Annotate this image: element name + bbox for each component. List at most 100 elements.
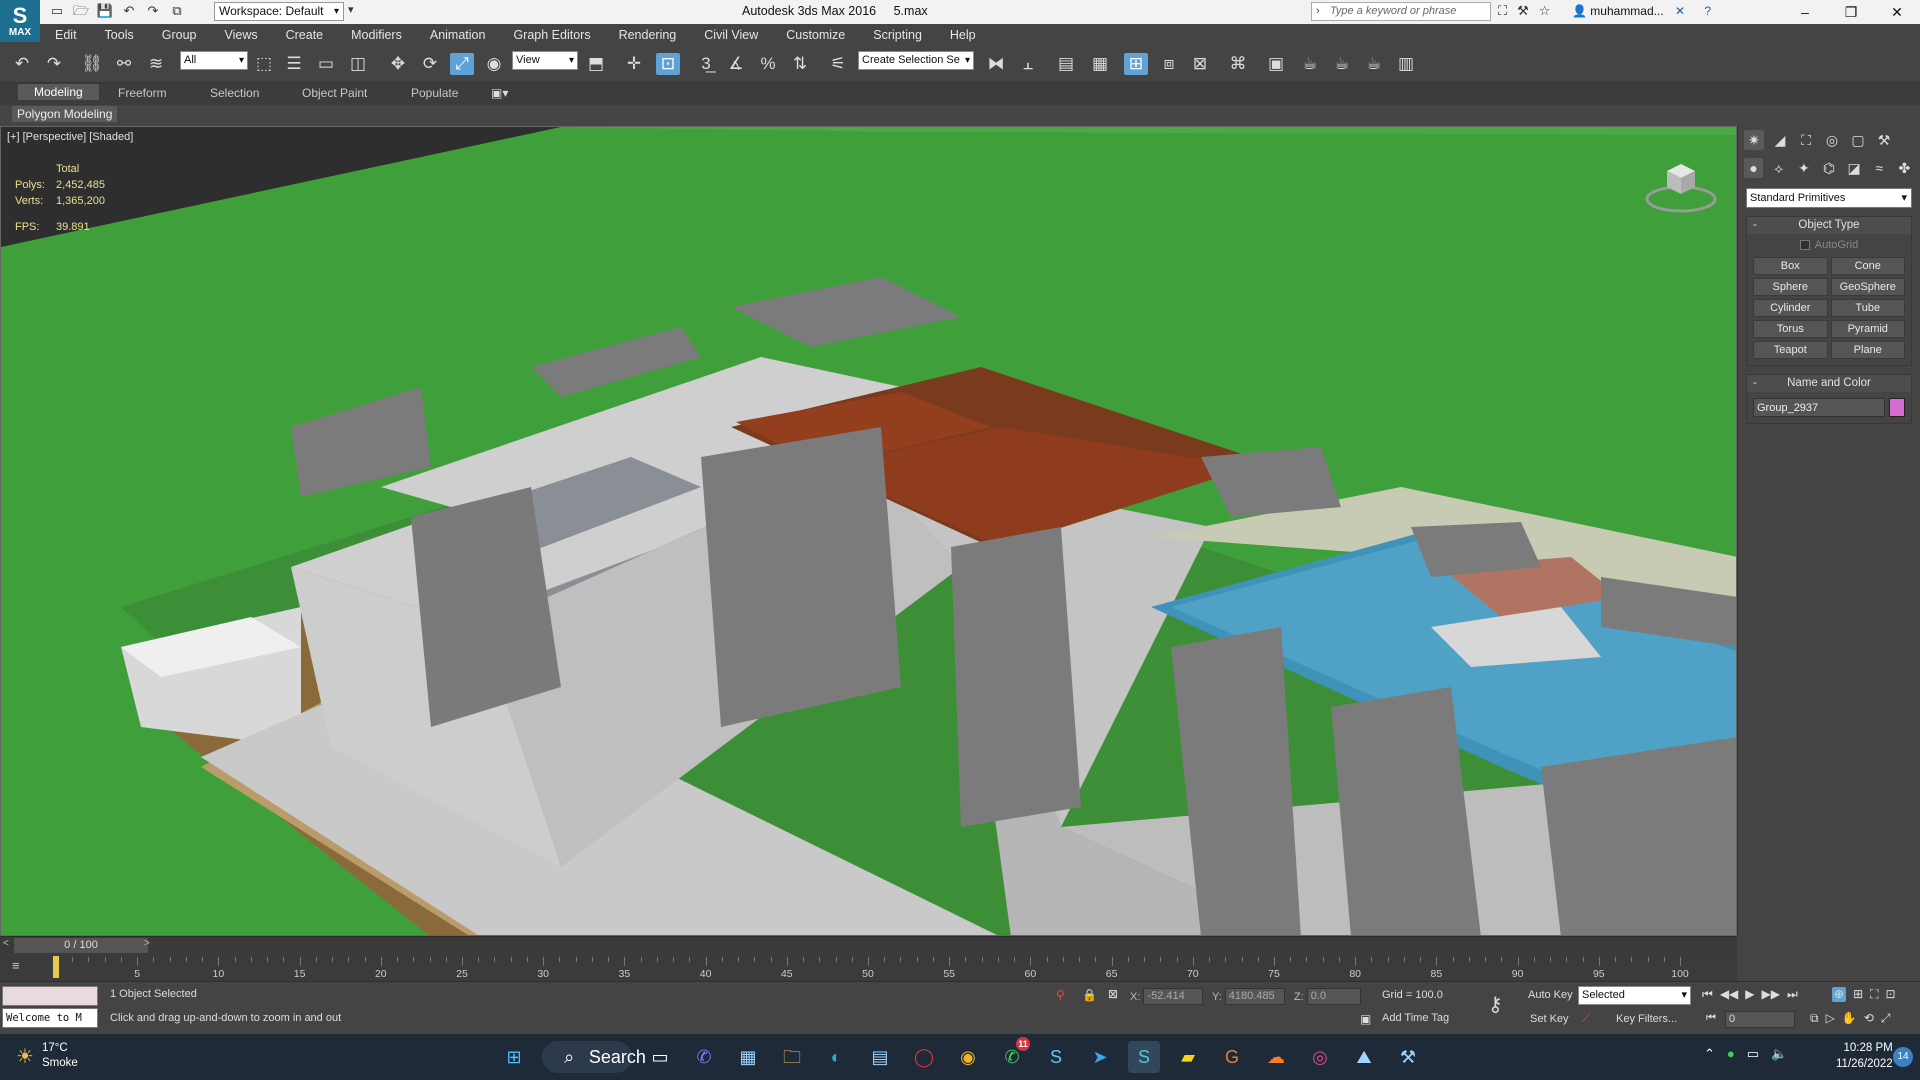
edit-named-selection-icon[interactable]: ⚟ (826, 53, 850, 75)
teams-icon[interactable]: ✆ (688, 1041, 720, 1073)
volume-icon[interactable]: 🔈 (1771, 1046, 1787, 1062)
rectangular-selection-icon[interactable]: ▭ (314, 53, 338, 75)
time-slider-thumb[interactable]: 0 / 100 (14, 938, 148, 953)
menu-graph-editors[interactable]: Graph Editors (513, 28, 590, 42)
box-button[interactable]: Box (1753, 257, 1828, 275)
track-bar[interactable]: ≡ 5 10 15 20 25 30 35 40 45 50 55 60 65 70 75 80 85 90 95 1… (0, 954, 1737, 981)
object-name-field[interactable]: Group_2937 (1753, 398, 1885, 417)
tab-populate[interactable]: Populate (411, 86, 458, 100)
modify-panel-icon[interactable]: ◢ (1770, 130, 1790, 150)
tab-modeling[interactable]: Modeling (18, 84, 99, 100)
tab-freeform[interactable]: Freeform (118, 86, 167, 100)
perspective-viewport[interactable]: [+] [Perspective] [Shaded] Total Polys: 2… (0, 126, 1737, 936)
file-explorer-icon[interactable]: 🗀 (776, 1041, 808, 1073)
close-icon[interactable]: ✕ (1874, 0, 1920, 24)
previous-frame-icon[interactable]: ◀◀ (1720, 987, 1738, 1002)
pyramid-button[interactable]: Pyramid (1830, 320, 1905, 338)
cameras-icon[interactable]: ⌬ (1819, 158, 1838, 178)
time-tag-icon[interactable]: ▣ (1360, 1012, 1371, 1026)
selection-lock-icon[interactable]: 🔒 (1082, 988, 1097, 1002)
save-icon[interactable]: 💾 (96, 2, 114, 20)
select-and-link-icon[interactable]: ⛓ (80, 53, 104, 75)
default-in-out-tangent-icon[interactable]: ⟋ (1582, 1011, 1590, 1026)
show-hidden-icons-icon[interactable]: ⌃ (1704, 1046, 1715, 1062)
maxscript-mini-listener[interactable]: Welcome to M (2, 1008, 98, 1028)
time-slider[interactable]: < 0 / 100 > (0, 936, 1737, 954)
rotate-icon[interactable]: ⟳ (418, 53, 442, 75)
exchange-icon[interactable]: ✕ (1675, 4, 1685, 18)
favorites-star-icon[interactable]: ☆ (1539, 3, 1551, 19)
mirror-icon[interactable]: ⧓ (984, 53, 1008, 75)
grammarly-icon[interactable]: G (1216, 1041, 1248, 1073)
minimize-icon[interactable]: – (1782, 0, 1828, 24)
zoom-extents-all-icon[interactable]: ⊡ (1886, 987, 1896, 1002)
helpers-icon[interactable]: ◪ (1845, 158, 1864, 178)
scale-icon[interactable]: ⤢ (450, 53, 474, 75)
redo-icon[interactable]: ↷ (42, 53, 66, 75)
new-file-icon[interactable]: ▭ (48, 2, 66, 20)
menu-animation[interactable]: Animation (430, 28, 486, 42)
subscription-icon[interactable]: ⚒ (1517, 3, 1529, 19)
tab-selection[interactable]: Selection (210, 86, 259, 100)
space-warps-icon[interactable]: ≈ (1870, 158, 1889, 178)
workspace-dropdown[interactable]: Workspace: Default (214, 2, 344, 21)
user-account[interactable]: 👤 muhammad... ✕ ? (1572, 4, 1711, 18)
unlink-icon[interactable]: ⚯ (112, 53, 136, 75)
y-field[interactable]: 4180.485 (1224, 988, 1285, 1005)
menu-create[interactable]: Create (286, 28, 324, 42)
key-mode-dropdown[interactable]: Selected (1578, 986, 1691, 1005)
render-activeshade-icon[interactable]: ☕ (1362, 53, 1386, 75)
spinner-snap-icon[interactable]: ⇅ (788, 53, 812, 75)
help-search-input[interactable]: › Type a keyword or phrase (1311, 2, 1491, 21)
lights-icon[interactable]: ✦ (1794, 158, 1813, 178)
time-slider-next-icon[interactable]: > (144, 938, 150, 949)
go-to-end-icon[interactable]: ⏭ (1787, 987, 1798, 1002)
key-mode-toggle-icon[interactable]: ⏮ (1706, 1012, 1716, 1025)
percent-snap-icon[interactable]: % (756, 53, 780, 75)
tab-object-paint[interactable]: Object Paint (302, 86, 367, 100)
name-and-color-title[interactable]: Name and Color (1747, 375, 1911, 392)
create-panel-icon[interactable]: ✷ (1744, 130, 1764, 150)
schematic-view-icon[interactable]: ⧈ (1157, 53, 1181, 75)
taskbar-search[interactable]: ⌕ Search (542, 1041, 646, 1073)
menu-customize[interactable]: Customize (786, 28, 845, 42)
project-folder-icon[interactable]: ⧉ (168, 2, 186, 20)
render-production-icon[interactable]: ☕ (1298, 53, 1322, 75)
align-icon[interactable]: ⫠ (1016, 53, 1040, 75)
menu-tools[interactable]: Tools (105, 28, 134, 42)
cylinder-button[interactable]: Cylinder (1753, 299, 1828, 317)
edge-icon[interactable]: ◐ (820, 1041, 852, 1073)
sphere-button[interactable]: Sphere (1753, 278, 1828, 296)
tube-button[interactable]: Tube (1830, 299, 1905, 317)
set-key-mode-icon[interactable]: ⚷ (1488, 992, 1503, 1017)
bind-space-warp-icon[interactable]: ≋ (144, 53, 168, 75)
menu-rendering[interactable]: Rendering (619, 28, 677, 42)
toggle-ribbon-icon[interactable]: ▦ (1088, 53, 1112, 75)
object-color-swatch[interactable] (1889, 398, 1905, 417)
binoculars-icon[interactable]: ⛶ (1498, 3, 1507, 19)
menu-edit[interactable]: Edit (55, 28, 77, 42)
angle-snap-icon[interactable]: ∡ (724, 53, 748, 75)
tray-app-icon[interactable]: ● (1727, 1046, 1735, 1062)
reference-coordinate-dropdown[interactable]: View (512, 51, 578, 70)
zoom-icon[interactable]: ⊕ (1832, 987, 1847, 1002)
auto-key-button[interactable]: Auto Key (1528, 989, 1573, 1001)
geosphere-button[interactable]: GeoSphere (1830, 278, 1905, 296)
menu-group[interactable]: Group (162, 28, 197, 42)
maxscript-listener-input[interactable] (2, 986, 98, 1006)
zoom-extents-icon[interactable]: ⛶ (1870, 987, 1878, 1002)
hierarchy-panel-icon[interactable]: ⛶ (1796, 130, 1816, 150)
current-frame-field[interactable]: 0 (1725, 1011, 1795, 1028)
keyboard-shortcut-override-icon[interactable]: ⊡ (656, 53, 680, 75)
calculator-icon[interactable]: ▦ (732, 1041, 764, 1073)
sticky-notes-icon[interactable]: ▰ (1172, 1041, 1204, 1073)
select-object-icon[interactable]: ⬚ (252, 53, 276, 75)
task-view-icon[interactable]: ▭ (644, 1041, 676, 1073)
autogrid-checkbox[interactable]: AutoGrid (1747, 236, 1911, 254)
weather-widget[interactable]: ☀ 17°C Smoke (16, 1041, 78, 1071)
zoom-all-icon[interactable]: ⊞ (1853, 987, 1863, 1002)
move-icon[interactable]: ✥ (386, 53, 410, 75)
go-to-start-icon[interactable]: ⏮ (1702, 987, 1713, 1002)
polygon-modeling-panel[interactable]: Polygon Modeling (12, 106, 118, 122)
field-of-view-icon[interactable]: ▷ (1826, 1011, 1835, 1026)
